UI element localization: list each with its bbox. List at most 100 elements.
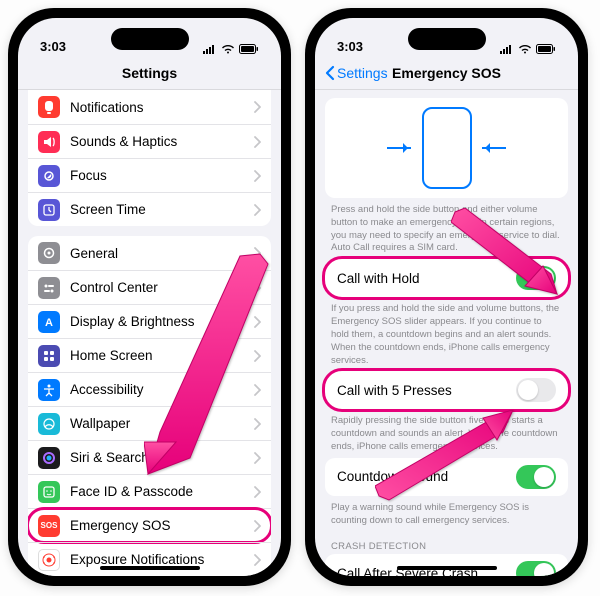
phone-left: 3:03 Settings Notifications Sounds & Hapt… <box>8 8 291 586</box>
call-5-caption: Rapidly pressing the side button five ti… <box>315 409 578 457</box>
phone-right: 3:03 Settings Emergency SOS Press and ho… <box>305 8 588 586</box>
settings-row-general[interactable]: General <box>28 236 271 270</box>
row-label: Notifications <box>70 100 253 115</box>
svg-text:A: A <box>45 317 53 329</box>
screen-time-icon <box>38 199 60 221</box>
home-indicator[interactable] <box>397 566 497 570</box>
sos-content[interactable]: Press and hold the side button and eithe… <box>315 90 578 576</box>
wifi-icon <box>518 44 532 54</box>
settings-row-wallpaper[interactable]: Wallpaper <box>28 406 271 440</box>
chevron-right-icon <box>253 282 261 294</box>
settings-content[interactable]: Notifications Sounds & Haptics Focus Screen… <box>18 90 281 576</box>
call-with-5-presses-row[interactable]: Call with 5 Presses <box>325 371 568 409</box>
sos-illustration <box>325 98 568 198</box>
notifications-icon <box>38 96 60 118</box>
settings-row-screen-time[interactable]: Screen Time <box>28 192 271 226</box>
home-indicator[interactable] <box>100 566 200 570</box>
battery-icon <box>536 44 556 54</box>
chevron-right-icon <box>253 316 261 328</box>
cellular-icon <box>500 44 514 54</box>
sounds-haptics-icon <box>38 131 60 153</box>
chevron-right-icon <box>253 247 261 259</box>
nav-title: Emergency SOS <box>392 65 501 81</box>
settings-group-1: Notifications Sounds & Haptics Focus Screen… <box>28 90 271 226</box>
cellular-icon <box>203 44 217 54</box>
chevron-right-icon <box>253 452 261 464</box>
settings-row-accessibility[interactable]: Accessibility <box>28 372 271 406</box>
chevron-right-icon <box>253 136 261 148</box>
chevron-right-icon <box>253 486 261 498</box>
status-icons <box>203 44 259 54</box>
dynamic-island <box>111 28 189 50</box>
nav-bar-right: Settings Emergency SOS <box>315 56 578 90</box>
crash-toggle[interactable] <box>516 561 556 576</box>
row-label: Face ID & Passcode <box>70 484 253 499</box>
chevron-right-icon <box>253 418 261 430</box>
countdown-sound-row[interactable]: Countdown Sound <box>325 458 568 496</box>
settings-row-control-center[interactable]: Control Center <box>28 270 271 304</box>
display-brightness-icon: A <box>38 311 60 333</box>
chevron-right-icon <box>253 204 261 216</box>
wallpaper-icon <box>38 413 60 435</box>
crash-detection-header: CRASH DETECTION <box>315 531 578 554</box>
row-label: Emergency SOS <box>70 518 253 533</box>
chevron-right-icon <box>253 101 261 113</box>
countdown-label: Countdown Sound <box>337 469 516 484</box>
settings-row-display-brightness[interactable]: A Display & Brightness <box>28 304 271 338</box>
general-icon <box>38 242 60 264</box>
row-label: Sounds & Haptics <box>70 134 253 149</box>
row-label: Focus <box>70 168 253 183</box>
emergency-sos-icon: SOS <box>38 515 60 537</box>
row-label: Siri & Search <box>70 450 253 465</box>
screen-left: 3:03 Settings Notifications Sounds & Hapt… <box>18 18 281 576</box>
settings-row-siri-search[interactable]: Siri & Search <box>28 440 271 474</box>
dynamic-island <box>408 28 486 50</box>
call-with-hold-row[interactable]: Call with Hold <box>325 259 568 297</box>
settings-row-face-id-passcode[interactable]: Face ID & Passcode <box>28 474 271 508</box>
call-with-hold-toggle[interactable] <box>516 266 556 290</box>
chevron-right-icon <box>253 520 261 532</box>
back-button[interactable]: Settings <box>325 65 388 81</box>
nav-title: Settings <box>122 65 177 81</box>
accessibility-icon <box>38 379 60 401</box>
row-label: Screen Time <box>70 202 253 217</box>
countdown-caption: Play a warning sound while Emergency SOS… <box>315 496 578 532</box>
settings-row-sounds-haptics[interactable]: Sounds & Haptics <box>28 124 271 158</box>
row-label: General <box>70 246 253 261</box>
exposure-notifications-icon <box>38 549 60 571</box>
screen-right: 3:03 Settings Emergency SOS Press and ho… <box>315 18 578 576</box>
battery-icon <box>239 44 259 54</box>
row-label: Home Screen <box>70 348 253 363</box>
status-icons <box>500 44 556 54</box>
chevron-left-icon <box>325 65 335 81</box>
illus-arrow-left <box>387 147 411 149</box>
back-label: Settings <box>337 65 388 81</box>
countdown-toggle[interactable] <box>516 465 556 489</box>
call-with-hold-label: Call with Hold <box>337 271 516 286</box>
chevron-right-icon <box>253 554 261 566</box>
status-time: 3:03 <box>337 39 363 54</box>
siri-search-icon <box>38 447 60 469</box>
settings-row-focus[interactable]: Focus <box>28 158 271 192</box>
settings-row-notifications[interactable]: Notifications <box>28 90 271 124</box>
settings-row-home-screen[interactable]: Home Screen <box>28 338 271 372</box>
chevron-right-icon <box>253 350 261 362</box>
status-time: 3:03 <box>40 39 66 54</box>
face-id-passcode-icon <box>38 481 60 503</box>
illus-arrow-right <box>482 147 506 149</box>
home-screen-icon <box>38 345 60 367</box>
call-hold-caption: If you press and hold the side and volum… <box>315 297 578 371</box>
call-5-label: Call with 5 Presses <box>337 383 516 398</box>
focus-icon <box>38 165 60 187</box>
control-center-icon <box>38 277 60 299</box>
row-label: Exposure Notifications <box>70 552 253 567</box>
row-label: Accessibility <box>70 382 253 397</box>
row-label: Display & Brightness <box>70 314 253 329</box>
settings-group-2: General Control Center A Display & Brightne… <box>28 236 271 576</box>
illus-phone-icon <box>422 107 472 189</box>
row-label: Control Center <box>70 280 253 295</box>
settings-row-exposure-notifications[interactable]: Exposure Notifications <box>28 542 271 576</box>
settings-row-emergency-sos[interactable]: SOS Emergency SOS <box>28 508 271 542</box>
row-label: Wallpaper <box>70 416 253 431</box>
call-5-toggle[interactable] <box>516 378 556 402</box>
